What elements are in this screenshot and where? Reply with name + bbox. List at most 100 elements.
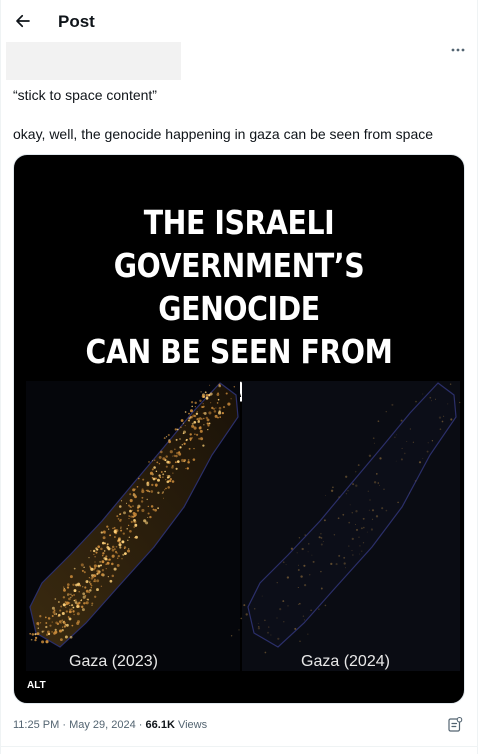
tweet-date[interactable]: May 29, 2024 <box>69 719 136 731</box>
light-dot <box>88 591 91 594</box>
light-dot <box>233 386 236 388</box>
light-dot <box>53 613 56 616</box>
light-dot <box>70 608 73 611</box>
light-dot <box>122 553 125 556</box>
light-dot <box>39 615 42 618</box>
light-dot <box>294 627 297 630</box>
light-dot <box>36 622 40 625</box>
light-dot <box>147 516 149 519</box>
light-dot <box>151 483 154 487</box>
light-dot <box>116 557 119 560</box>
light-dot <box>167 475 171 478</box>
light-dot <box>67 583 70 586</box>
light-dot <box>101 541 105 545</box>
light-dot <box>198 437 201 440</box>
light-dot <box>184 411 187 413</box>
light-dot <box>171 455 173 457</box>
light-dot <box>113 548 116 551</box>
light-dot <box>54 598 57 600</box>
light-dot <box>362 542 365 544</box>
light-dot <box>352 554 354 556</box>
light-dot <box>113 526 116 529</box>
light-dot <box>209 392 213 396</box>
tweet-media-image[interactable]: THE ISRAELI GOVERNMENT’S GENOCIDE CAN BE… <box>13 154 465 704</box>
light-dot <box>349 504 351 506</box>
light-dot <box>193 420 197 424</box>
light-dot <box>157 507 159 510</box>
light-dot <box>128 518 130 520</box>
light-dot <box>375 515 379 518</box>
light-dot <box>368 454 372 457</box>
light-dot <box>116 515 119 518</box>
light-dot <box>373 442 375 444</box>
light-dot <box>351 512 354 514</box>
light-dot <box>113 530 117 534</box>
light-dot <box>85 589 89 593</box>
light-dot <box>335 563 338 566</box>
light-dot <box>51 615 54 617</box>
meta-separator: · <box>138 719 143 731</box>
light-dot <box>136 486 139 488</box>
light-dot <box>68 610 72 614</box>
light-dot <box>100 547 103 551</box>
light-dot <box>187 460 190 464</box>
light-dot <box>186 438 188 441</box>
light-dot <box>60 605 63 608</box>
light-dot <box>359 545 361 547</box>
light-dot <box>219 416 221 418</box>
light-dot <box>172 472 174 474</box>
light-dot <box>367 490 369 492</box>
light-dot <box>163 437 166 440</box>
light-dot <box>176 428 179 431</box>
light-dot <box>379 457 382 460</box>
light-dot <box>152 460 154 462</box>
light-dot <box>160 450 163 454</box>
light-dot <box>94 561 96 563</box>
light-dot <box>100 531 103 534</box>
light-dot <box>169 450 173 454</box>
light-dot <box>140 500 144 503</box>
alt-badge[interactable]: ALT <box>22 677 51 694</box>
back-button[interactable] <box>8 6 38 36</box>
bottom-divider <box>0 746 478 747</box>
light-dot <box>201 406 204 409</box>
light-dot <box>34 638 37 642</box>
light-dot <box>111 562 114 566</box>
light-dot <box>80 563 84 567</box>
light-dot <box>192 414 196 418</box>
light-dot <box>83 571 86 574</box>
light-dot <box>130 515 133 518</box>
light-dot <box>377 420 380 423</box>
light-dot <box>371 509 375 512</box>
light-dot <box>204 391 207 394</box>
light-dot <box>62 596 66 599</box>
light-dot <box>133 537 136 539</box>
light-dot <box>90 567 94 571</box>
light-dot <box>191 405 193 408</box>
light-dot <box>194 406 196 408</box>
views-count: 66.1K <box>145 719 175 731</box>
more-button[interactable] <box>446 40 470 60</box>
light-dot <box>132 505 134 507</box>
light-dot <box>332 486 334 489</box>
light-dot <box>191 424 195 428</box>
light-dot <box>73 594 76 596</box>
light-dot <box>198 426 202 430</box>
light-dot <box>73 567 76 570</box>
light-dot <box>370 528 373 531</box>
light-dot <box>165 465 168 468</box>
light-dot <box>165 487 167 490</box>
light-dot <box>127 539 129 542</box>
light-dot <box>150 490 154 493</box>
light-dot <box>308 543 310 545</box>
light-dot <box>133 519 136 522</box>
light-dot <box>193 447 195 450</box>
light-dot <box>213 410 217 413</box>
light-dot <box>63 586 65 588</box>
light-dot <box>94 555 96 558</box>
light-dot <box>88 577 91 579</box>
tweet-time[interactable]: 11:25 PM <box>13 719 59 731</box>
analytics-button[interactable] <box>446 716 468 738</box>
light-dot <box>85 580 89 584</box>
light-dot <box>156 461 159 464</box>
